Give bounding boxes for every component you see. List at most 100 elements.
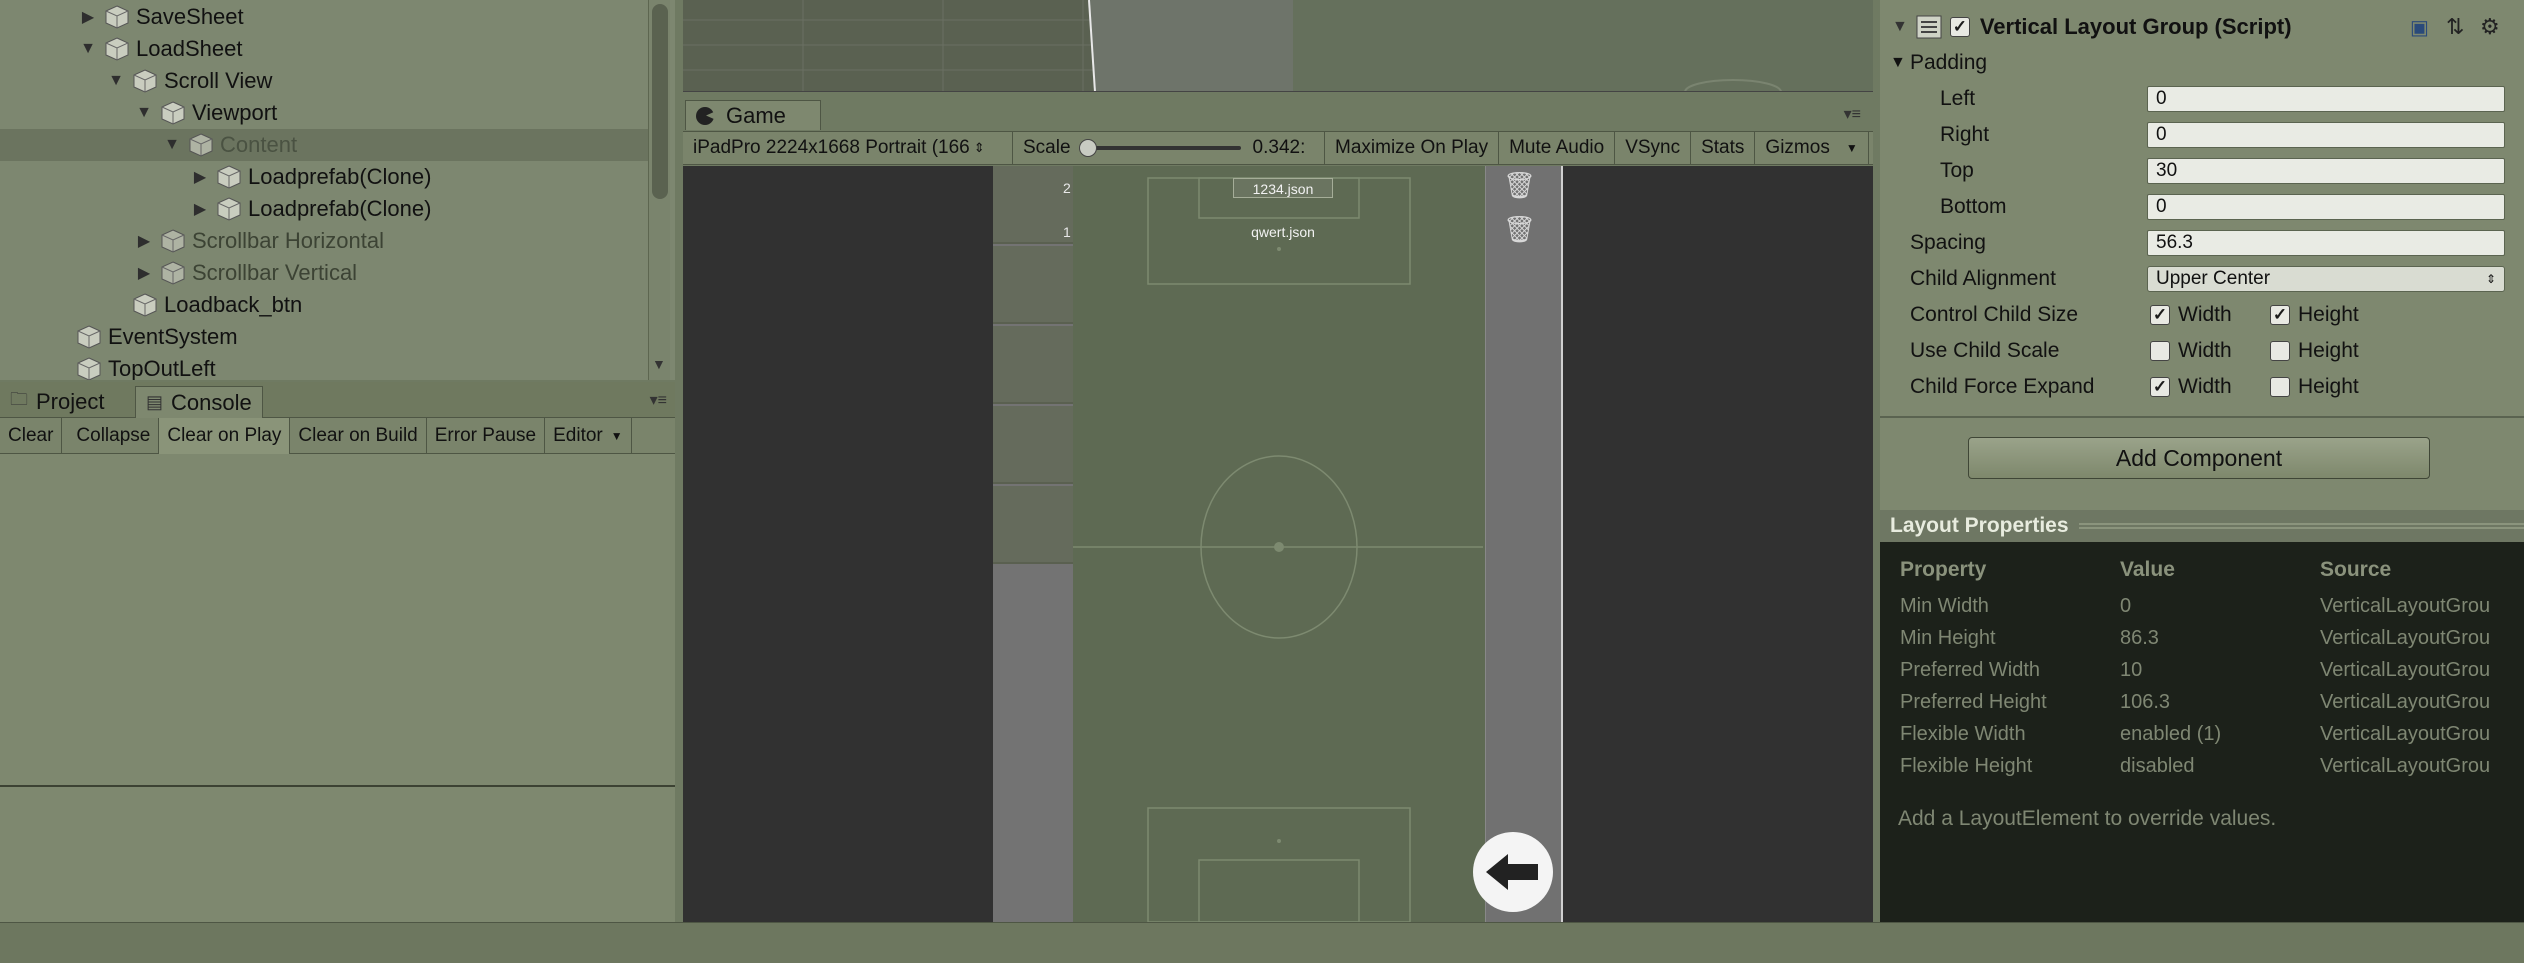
tab-game[interactable]: Game [685,100,821,130]
padding-right-field[interactable]: 0 [2147,122,2505,148]
stats-toggle[interactable]: Stats [1691,132,1756,164]
scrollbar-thumb[interactable] [652,4,668,199]
panel-separator[interactable] [1873,0,1880,922]
mute-audio-toggle[interactable]: Mute Audio [1499,132,1616,164]
scale-control[interactable]: Scale 0.342: [1013,132,1325,164]
trash-icon[interactable]: 🗑 [1503,214,1536,245]
expand-arrow-icon[interactable]: ▶ [190,199,210,219]
checkbox[interactable] [2150,341,2170,361]
scale-slider[interactable] [1078,139,1241,157]
hierarchy-scrollbar[interactable]: ▼ [648,0,670,380]
hierarchy-item-scroll-view[interactable]: ▼ Scroll View [0,65,650,97]
padding-left-field[interactable]: 0 [2147,86,2505,112]
component-enabled-checkbox[interactable]: ✓ [1949,17,1970,37]
side-menu-button[interactable] [993,486,1073,564]
chevron-down-icon: ▼ [1845,141,1858,155]
property-cell: Preferred Height [1900,691,2047,713]
control-child-size-width[interactable]: ✓ Width [2150,303,2232,327]
tab-project[interactable]: 🗀 Project [0,386,114,418]
console-divider[interactable] [0,785,675,787]
child-alignment-dropdown[interactable]: Upper Center ⇕ [2147,266,2505,292]
scene-view[interactable] [683,0,1873,92]
column-header-value: Value [2120,558,2175,581]
hierarchy-item-viewport[interactable]: ▼ Viewport [0,97,650,129]
hierarchy-item-label: Loadprefab(Clone) [248,196,432,221]
expand-arrow-icon[interactable]: ▶ [190,167,210,187]
hierarchy-item-loadprefab-2[interactable]: ▶ Loadprefab(Clone) [0,193,650,225]
hierarchy-item-eventsystem[interactable]: EventSystem [0,321,650,353]
collapse-arrow-icon[interactable]: ▼ [134,103,154,123]
panel-menu-icon[interactable]: ▾≡ [650,390,667,410]
collapse-arrow-icon[interactable]: ▼ [106,71,126,91]
checkbox[interactable]: ✓ [2270,305,2290,325]
hierarchy-item-scrollbar-vertical[interactable]: ▶ Scrollbar Vertical [0,257,650,289]
scale-slider-knob[interactable] [1078,139,1097,157]
side-menu-button[interactable] [993,326,1073,404]
clear-button[interactable]: Clear [0,417,63,454]
checkbox[interactable] [2270,341,2290,361]
use-child-scale-width[interactable]: Width [2150,339,2232,363]
hierarchy-item-content[interactable]: ▼ Content [0,129,650,161]
save-file-name[interactable]: qwert.json [1233,222,1333,242]
control-child-size-height[interactable]: ✓ Height [2270,303,2359,327]
drag-handle[interactable] [2078,523,2524,529]
hierarchy-item-label: LoadSheet [136,36,243,61]
checkbox[interactable]: ✓ [2150,305,2170,325]
expand-arrow-icon[interactable]: ▶ [134,231,154,251]
panel-menu-icon[interactable]: ▾≡ [1844,104,1861,124]
gizmos-dropdown[interactable]: Gizmos ▼ [1755,132,1869,164]
resolution-dropdown[interactable]: iPadPro 2224x1668 Portrait (166 ⇕ [683,132,1013,164]
preset-icon[interactable]: ⇅ [2446,14,2464,40]
expand-arrow-icon[interactable]: ▶ [78,7,98,27]
child-force-expand-width[interactable]: ✓ Width [2150,375,2232,399]
clear-on-play-toggle[interactable]: Clear on Play [159,417,291,454]
hierarchy-item-loadsheet[interactable]: ▼ LoadSheet [0,33,650,65]
spacing-field[interactable]: 56.3 [2147,230,2505,256]
side-menu-button[interactable] [993,406,1073,484]
component-header[interactable]: ▼ ✓ Vertical Layout Group (Script) ▣ ⇅ ⚙ [1880,10,2524,44]
clear-on-build-toggle[interactable]: Clear on Build [290,417,427,454]
save-file-name[interactable]: 1234.json [1233,178,1333,198]
expand-arrow-icon[interactable]: ▶ [134,263,154,283]
console-log-area[interactable] [0,455,675,785]
scene-grid [683,0,1873,91]
help-book-icon[interactable]: ▣ [2410,15,2429,40]
padding-bottom-field[interactable]: 0 [2147,194,2505,220]
collapse-arrow-icon[interactable]: ▼ [1892,18,1908,36]
padding-foldout[interactable]: ▼ Padding [1880,46,2524,80]
maximize-on-play-toggle[interactable]: Maximize On Play [1325,132,1500,164]
back-button[interactable] [1473,832,1553,912]
collapse-button[interactable]: Collapse [68,417,160,454]
use-child-scale-height[interactable]: Height [2270,339,2359,363]
padding-top-field[interactable]: 30 [2147,158,2505,184]
checkbox[interactable]: ✓ [2150,377,2170,397]
add-component-button[interactable]: Add Component [1968,437,2430,479]
collapse-arrow-icon[interactable]: ▼ [78,39,98,59]
property-cell: Min Height [1900,627,1996,649]
collapse-arrow-icon[interactable]: ▼ [1890,54,1906,72]
hierarchy-item-topoutleft[interactable]: TopOutLeft [0,353,650,380]
scroll-down-arrow-icon[interactable]: ▼ [652,356,666,372]
hierarchy-item-loadprefab-1[interactable]: ▶ Loadprefab(Clone) [0,161,650,193]
layout-properties-header[interactable]: Layout Properties [1880,510,2524,542]
error-pause-toggle[interactable]: Error Pause [427,417,546,454]
checkbox[interactable] [2270,377,2290,397]
tab-console[interactable]: ▤ Console [135,386,263,418]
game-screen[interactable]: 2 1234.json 🗑 1 qwert.json 🗑 [993,166,1563,922]
gameobject-icon [105,5,129,29]
side-menu-button[interactable] [993,166,1073,244]
gameobject-icon [161,261,185,285]
editor-dropdown[interactable]: Editor ▼ [545,417,632,454]
panel-separator[interactable] [675,0,683,922]
layout-properties-panel: Layout Properties Property Value Source … [1880,510,2524,922]
hierarchy-item-scrollbar-horizontal[interactable]: ▶ Scrollbar Horizontal [0,225,650,257]
game-viewport[interactable]: 2 1234.json 🗑 1 qwert.json 🗑 [683,166,1873,922]
gear-icon[interactable]: ⚙ [2480,14,2500,40]
hierarchy-item-savesheet[interactable]: ▶ SaveSheet [0,1,650,33]
vsync-toggle[interactable]: VSync [1615,132,1692,164]
trash-icon[interactable]: 🗑 [1503,170,1536,201]
collapse-arrow-icon[interactable]: ▼ [162,135,182,155]
hierarchy-item-loadback-btn[interactable]: Loadback_btn [0,289,650,321]
child-force-expand-height[interactable]: Height [2270,375,2359,399]
side-menu-button[interactable] [993,246,1073,324]
